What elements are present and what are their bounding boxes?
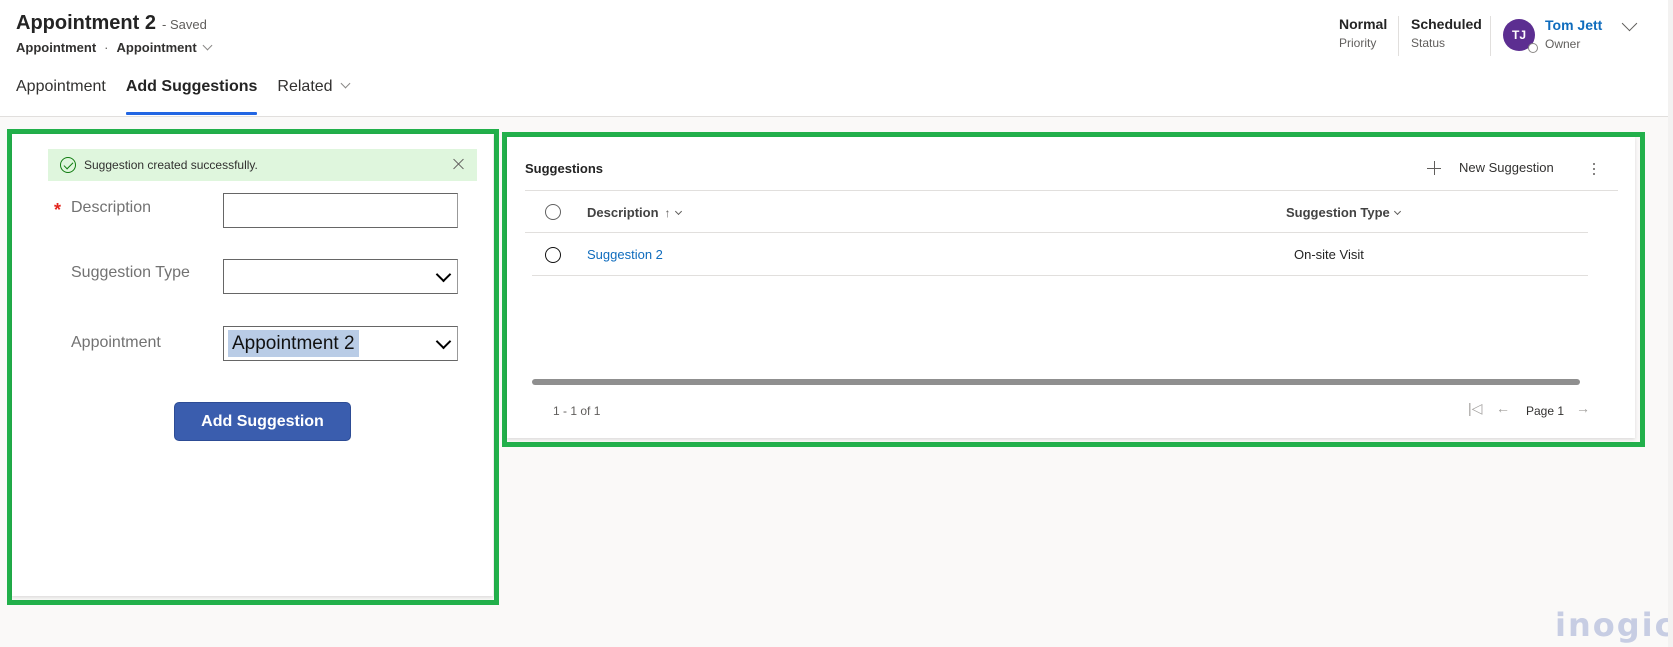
tab-label: Add Suggestions: [125, 78, 258, 95]
entity-type: Appointment: [16, 40, 97, 55]
page-indicator: Page 1: [1526, 404, 1565, 418]
breadcrumb: Appointment · Appointment: [16, 40, 213, 55]
new-suggestion-label: New Suggestion: [1459, 160, 1554, 175]
priority-value: Normal: [1339, 16, 1388, 32]
next-page-icon[interactable]: →: [1576, 400, 1590, 416]
column-label: Description: [587, 205, 659, 220]
more-options-icon[interactable]: [1592, 163, 1596, 177]
chevron-down-icon: [1393, 207, 1401, 215]
description-input[interactable]: [223, 193, 458, 228]
tab-appointment[interactable]: Appointment: [16, 78, 106, 115]
table-row-divider: [532, 275, 1588, 276]
first-page-icon[interactable]: |◁: [1468, 400, 1482, 417]
divider: [1398, 16, 1399, 56]
suggestion-type-label: Suggestion Type: [71, 264, 190, 281]
tab-related[interactable]: Related: [277, 78, 351, 115]
tab-add-suggestions[interactable]: Add Suggestions: [125, 78, 258, 115]
avatar: TJ: [1503, 19, 1538, 53]
previous-page-icon[interactable]: ←: [1496, 400, 1510, 416]
row-description-link[interactable]: Suggestion 2: [587, 247, 663, 262]
add-suggestion-button[interactable]: Add Suggestion: [174, 402, 351, 441]
close-icon[interactable]: [451, 157, 465, 171]
tab-label: Appointment: [16, 78, 106, 95]
column-header-description[interactable]: Description ↑: [587, 205, 682, 220]
header-field-status: Scheduled Status: [1411, 16, 1482, 50]
chevron-down-icon: [674, 207, 682, 215]
page-scroll-gutter: [1668, 0, 1673, 647]
row-select-checkbox[interactable]: [545, 247, 561, 263]
column-label: Suggestion Type: [1286, 205, 1390, 220]
watermark-logo: inogic: [1555, 606, 1673, 644]
status-value: Scheduled: [1411, 16, 1482, 32]
record-count: 1 - 1 of 1: [553, 404, 601, 418]
title-row: Appointment 2 - Saved: [16, 12, 207, 35]
presence-icon: [1528, 43, 1538, 53]
form-header: Appointment 2 - Saved Appointment · Appo…: [0, 0, 1668, 117]
column-header-suggestion-type[interactable]: Suggestion Type: [1286, 205, 1401, 220]
notification-text: Suggestion created successfully.: [84, 158, 258, 172]
select-all-checkbox[interactable]: [545, 204, 561, 220]
subgrid-title: Suggestions: [525, 161, 604, 176]
appointment-select[interactable]: Appointment 2: [223, 326, 458, 361]
suggestion-type-select[interactable]: [223, 259, 458, 294]
row-suggestion-type: On-site Visit: [1294, 247, 1364, 262]
divider: [525, 190, 1618, 191]
save-status: - Saved: [162, 17, 207, 32]
new-suggestion-button[interactable]: New Suggestion: [1427, 160, 1554, 175]
appointment-selected-value: Appointment 2: [228, 330, 359, 357]
divider: [525, 232, 1588, 233]
owner-link[interactable]: Tom Jett: [1545, 17, 1602, 33]
record-title: Appointment 2: [16, 12, 156, 34]
success-notification: Suggestion created successfully.: [48, 149, 477, 181]
expand-header-chevron-icon[interactable]: [1621, 15, 1638, 32]
priority-label: Priority: [1339, 36, 1377, 50]
checkmark-circle-icon: [60, 157, 76, 173]
appointment-label: Appointment: [71, 334, 161, 351]
tab-list: Appointment Add Suggestions Related: [16, 78, 369, 115]
avatar-initials: TJ: [1511, 28, 1526, 42]
sort-ascending-icon: ↑: [664, 205, 671, 220]
header-field-priority: Normal Priority: [1339, 16, 1387, 50]
separator: ·: [104, 40, 109, 55]
divider: [1490, 16, 1491, 56]
tab-label: Related: [277, 78, 333, 95]
description-label: Description: [71, 199, 152, 216]
chevron-down-icon[interactable]: [202, 40, 213, 51]
chevron-down-icon: [340, 78, 351, 89]
owner-label: Owner: [1545, 37, 1581, 51]
horizontal-scrollbar[interactable]: [532, 379, 1580, 385]
form-selector[interactable]: Appointment: [117, 40, 197, 55]
subgrid-card: [507, 137, 1635, 438]
required-indicator: *: [54, 200, 62, 220]
status-label: Status: [1411, 36, 1446, 50]
plus-icon: [1427, 160, 1441, 175]
